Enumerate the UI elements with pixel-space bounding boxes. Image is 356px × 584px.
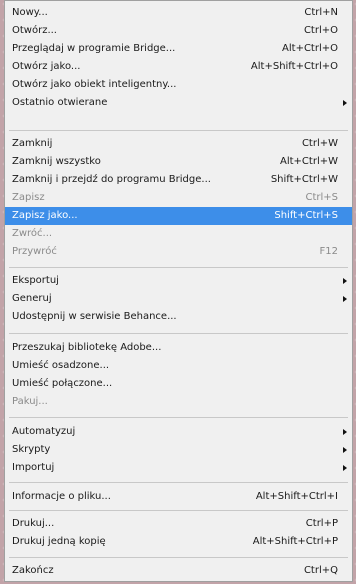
menu-item-shortcut: Alt+Ctrl+W [280, 156, 338, 167]
menu-item-label: Udostępnij w serwisie Behance... [12, 311, 177, 322]
menu-separator [9, 482, 348, 483]
menu-item-shortcut: Shift+Ctrl+W [270, 174, 338, 185]
menu-item-label: Skrypty [12, 444, 51, 455]
menu-item-search-adobe-library[interactable]: Przeszukaj bibliotekę Adobe... [5, 339, 352, 357]
menu-item-export[interactable]: Eksportuj [5, 272, 352, 290]
menu-item-label: Generuj [12, 293, 52, 304]
menu-item-label: Zakończ [12, 565, 54, 576]
menu-item-place-embedded[interactable]: Umieść osadzone... [5, 357, 352, 375]
menu-item-label: Drukuj jedną kopię [12, 536, 106, 547]
file-menu: Nowy... Ctrl+N Otwórz... Ctrl+O Przegląd… [4, 0, 353, 582]
menu-item-package[interactable]: Pakuj... [5, 393, 352, 411]
menu-item-label: Informacje o pliku... [12, 491, 111, 502]
submenu-arrow-icon [343, 100, 347, 106]
menu-separator [9, 333, 348, 334]
menu-item-open-recent[interactable]: Ostatnio otwierane [5, 94, 352, 112]
menu-item-label: Otwórz jako obiekt inteligentny... [12, 79, 177, 90]
menu-item-shortcut: F12 [319, 246, 338, 257]
menu-item-shortcut: Alt+Shift+Ctrl+P [252, 536, 338, 547]
menu-item-label: Umieść połączone... [12, 378, 113, 389]
menu-item-open[interactable]: Otwórz... Ctrl+O [5, 22, 352, 40]
menu-item-browse-in-bridge[interactable]: Przeglądaj w programie Bridge... Alt+Ctr… [5, 40, 352, 58]
submenu-arrow-icon [343, 447, 347, 453]
menu-item-print-one-copy[interactable]: Drukuj jedną kopię Alt+Shift+Ctrl+P [5, 533, 352, 551]
menu-item-shortcut: Alt+Ctrl+O [282, 43, 338, 54]
menu-item-shortcut: Alt+Shift+Ctrl+I [255, 491, 338, 502]
menu-item-close[interactable]: Zamknij Ctrl+W [5, 135, 352, 153]
submenu-arrow-icon [343, 278, 347, 284]
menu-item-shortcut: Ctrl+Q [303, 565, 338, 576]
menu-item-open-as[interactable]: Otwórz jako... Alt+Shift+Ctrl+O [5, 58, 352, 76]
menu-separator [9, 510, 348, 511]
menu-item-shortcut: Ctrl+P [305, 518, 338, 529]
menu-item-label: Przeglądaj w programie Bridge... [12, 43, 176, 54]
menu-item-label: Nowy... [12, 7, 48, 18]
menu-item-label: Zwróć... [12, 228, 53, 239]
menu-item-new[interactable]: Nowy... Ctrl+N [5, 4, 352, 22]
menu-separator [9, 557, 348, 558]
menu-item-label: Umieść osadzone... [12, 360, 110, 371]
menu-item-scripts[interactable]: Skrypty [5, 441, 352, 459]
menu-item-close-and-go-to-bridge[interactable]: Zamknij i przejdź do programu Bridge... … [5, 171, 352, 189]
submenu-arrow-icon [343, 296, 347, 302]
menu-separator [9, 417, 348, 418]
menu-item-save-as[interactable]: Zapisz jako... Shift+Ctrl+S [5, 207, 352, 225]
menu-item-shortcut: Ctrl+O [303, 25, 338, 36]
menu-item-generate[interactable]: Generuj [5, 290, 352, 308]
menu-item-check-in[interactable]: Zwróć... [5, 225, 352, 243]
menu-item-label: Otwórz jako... [12, 61, 81, 72]
menu-item-label: Otwórz... [12, 25, 57, 36]
menu-separator [9, 130, 348, 131]
menu-item-exit[interactable]: Zakończ Ctrl+Q [5, 562, 352, 580]
menu-item-close-all[interactable]: Zamknij wszystko Alt+Ctrl+W [5, 153, 352, 171]
menu-item-automate[interactable]: Automatyzuj [5, 423, 352, 441]
menu-item-save[interactable]: Zapisz Ctrl+S [5, 189, 352, 207]
menu-item-shortcut: Ctrl+W [301, 138, 338, 149]
menu-item-label: Zamknij wszystko [12, 156, 101, 167]
menu-item-shortcut: Ctrl+S [305, 192, 338, 203]
menu-item-print[interactable]: Drukuj... Ctrl+P [5, 515, 352, 533]
menu-item-label: Zapisz jako... [12, 210, 78, 221]
menu-item-import[interactable]: Importuj [5, 459, 352, 477]
menu-item-share-on-behance[interactable]: Udostępnij w serwisie Behance... [5, 308, 352, 326]
menu-separator [9, 267, 348, 268]
menu-item-label: Zamknij i przejdź do programu Bridge... [12, 174, 211, 185]
menu-item-label: Drukuj... [12, 518, 55, 529]
submenu-arrow-icon [343, 465, 347, 471]
menu-item-label: Ostatnio otwierane [12, 97, 108, 108]
menu-item-label: Przeszukaj bibliotekę Adobe... [12, 342, 162, 353]
menu-item-file-info[interactable]: Informacje o pliku... Alt+Shift+Ctrl+I [5, 488, 352, 506]
menu-item-open-as-smart-object[interactable]: Otwórz jako obiekt inteligentny... [5, 76, 352, 94]
menu-item-shortcut: Alt+Shift+Ctrl+O [250, 61, 338, 72]
menu-item-label: Automatyzuj [12, 426, 76, 437]
submenu-arrow-icon [343, 429, 347, 435]
menu-item-label: Przywróć [12, 246, 57, 257]
menu-item-place-linked[interactable]: Umieść połączone... [5, 375, 352, 393]
menu-item-label: Zapisz [12, 192, 45, 203]
menu-item-label: Zamknij [12, 138, 53, 149]
menu-item-revert[interactable]: Przywróć F12 [5, 243, 352, 261]
menu-item-shortcut: Ctrl+N [304, 7, 338, 18]
menu-item-label: Eksportuj [12, 275, 59, 286]
menu-item-label: Importuj [12, 462, 55, 473]
menu-item-label: Pakuj... [12, 396, 48, 407]
menu-item-shortcut: Shift+Ctrl+S [274, 210, 338, 221]
